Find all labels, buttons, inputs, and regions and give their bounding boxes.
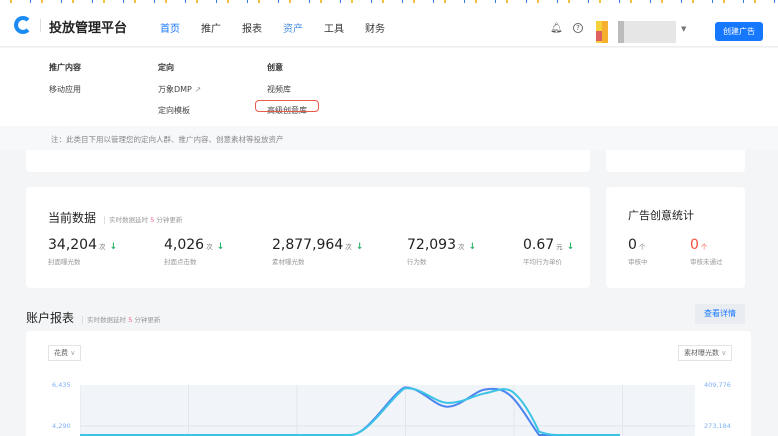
metric: 2,877,964 次 ↓ 素材曝光数 bbox=[272, 234, 363, 266]
card-subtitle: 实时数据延时 5 分钟更新 bbox=[104, 216, 183, 224]
bell-icon[interactable]: 🔔︎ bbox=[550, 23, 563, 34]
plot-area bbox=[80, 385, 695, 436]
create-ad-button[interactable]: 创建广告 bbox=[715, 22, 763, 41]
sub-text: 分钟更新 bbox=[156, 216, 183, 224]
metric-unit: 次 bbox=[345, 243, 352, 251]
y-tick-right: 409,776 bbox=[704, 381, 731, 389]
y-tick-left: 6,435 bbox=[52, 381, 71, 389]
menu-heading: 推广内容 bbox=[49, 63, 81, 72]
current-data-card: 当前数据 实时数据延时 5 分钟更新 34,204 次 ↓ 封面曝光数 4,026 次 ↓… bbox=[26, 187, 590, 288]
metric-label: 平均行为单价 bbox=[523, 258, 562, 266]
arrow-down-icon: ↓ bbox=[566, 242, 575, 252]
section-title: 账户报表 bbox=[26, 311, 75, 325]
brand-title: 投放管理平台 bbox=[49, 21, 128, 36]
right-metric-select[interactable]: 素材曝光数 ∨ bbox=[678, 345, 733, 361]
metric-label: 行为数 bbox=[407, 258, 427, 266]
card-title: 当前数据 bbox=[48, 211, 97, 225]
assets-dropdown-menu: 推广内容 移动应用 定向 万象DMP ↗ 定向模板 创意 视频库 高级创意库 bbox=[0, 48, 778, 126]
sub-text: 实时数据延时 bbox=[87, 316, 127, 324]
metric-unit: 次 bbox=[206, 243, 213, 251]
chevron-down-icon: ∨ bbox=[70, 349, 76, 357]
line-chart bbox=[80, 385, 695, 436]
view-details-button[interactable]: 查看详情 bbox=[695, 304, 745, 324]
card-partial bbox=[606, 150, 745, 172]
menu-item-advanced-creative-library[interactable]: 高级创意库 bbox=[255, 100, 319, 115]
delay-minutes: 5 bbox=[150, 216, 155, 224]
metric-value: 0 bbox=[690, 237, 699, 253]
menu-heading: 定向 bbox=[158, 63, 174, 72]
nav-finance[interactable]: 财务 bbox=[365, 20, 385, 35]
report-header: 账户报表 实时数据延时 5 分钟更新 bbox=[26, 307, 161, 326]
menu-item-video-library[interactable]: 视频库 bbox=[267, 84, 318, 94]
select-value: 花费 bbox=[54, 349, 68, 357]
menu-item-mobile-app[interactable]: 移动应用 bbox=[49, 84, 81, 94]
sub-text: 分钟更新 bbox=[134, 316, 161, 324]
metric-label: 封面点击数 bbox=[164, 258, 197, 266]
header: 投放管理平台 首页 推广 报表 资产 工具 财务 🔔︎ ? ▼ 创建广告 bbox=[0, 3, 778, 51]
menu-item-label: 万象DMP bbox=[158, 85, 192, 94]
nav-assets[interactable]: 资产 bbox=[283, 20, 303, 35]
main-nav: 首页 推广 报表 资产 工具 财务 bbox=[160, 20, 406, 51]
metric-value: 72,093 bbox=[407, 237, 456, 253]
arrow-down-icon: ↓ bbox=[109, 242, 118, 252]
metric-value: 0.67 bbox=[523, 237, 555, 253]
metric-label: 素材曝光数 bbox=[272, 258, 305, 266]
section-subtitle: 实时数据延时 5 分钟更新 bbox=[82, 316, 161, 324]
card-header: 当前数据 实时数据延时 5 分钟更新 bbox=[48, 207, 183, 226]
chevron-down-icon[interactable]: ▼ bbox=[681, 25, 686, 33]
metric: 0 个审核未通过 bbox=[690, 234, 723, 266]
external-link-icon: ↗ bbox=[194, 85, 202, 94]
metric-label: 审核中 bbox=[628, 258, 648, 266]
left-metric-select[interactable]: 花费 ∨ bbox=[48, 345, 82, 361]
sub-text: 实时数据延时 bbox=[109, 216, 149, 224]
menu-item-targeting-template[interactable]: 定向模板 bbox=[158, 105, 201, 115]
metric-unit: 个 bbox=[700, 243, 708, 251]
card-title: 广告创意统计 bbox=[628, 209, 694, 222]
menu-item-dmp[interactable]: 万象DMP ↗ bbox=[158, 84, 201, 94]
arrow-down-icon: ↓ bbox=[355, 242, 364, 252]
menu-heading: 创意 bbox=[267, 63, 283, 72]
metric-unit: 次 bbox=[458, 243, 465, 251]
metric: 72,093 次 ↓ 行为数 bbox=[407, 234, 476, 266]
chevron-down-icon: ∨ bbox=[721, 349, 727, 357]
metric-value: 34,204 bbox=[48, 237, 97, 253]
divider bbox=[40, 19, 41, 32]
creative-stats-card: 广告创意统计 0 个审核中 0 个审核未通过 bbox=[606, 187, 745, 288]
y-tick-left: 4,290 bbox=[52, 422, 71, 430]
metric-unit: 次 bbox=[99, 243, 106, 251]
nav-promotion[interactable]: 推广 bbox=[201, 20, 221, 35]
metric-value: 4,026 bbox=[164, 237, 205, 253]
nav-home[interactable]: 首页 bbox=[160, 20, 180, 51]
delay-minutes: 5 bbox=[128, 316, 133, 324]
metric-label: 封面曝光数 bbox=[48, 258, 81, 266]
metric-value: 0 bbox=[628, 237, 637, 253]
metric: 4,026 次 ↓ 封面点击数 bbox=[164, 234, 224, 266]
menu-note: 注：此类目下用以管理您的定向人群、推广内容、创意素材等投放资产 bbox=[0, 126, 778, 150]
metric-unit: 元 bbox=[556, 243, 563, 251]
metric: 0.67 元 ↓ 平均行为单价 bbox=[523, 234, 574, 266]
nav-tools[interactable]: 工具 bbox=[324, 20, 344, 35]
arrow-down-icon: ↓ bbox=[468, 242, 477, 252]
logo-icon bbox=[14, 16, 32, 34]
account-avatar[interactable] bbox=[596, 21, 676, 43]
metric-unit: 个 bbox=[638, 243, 646, 251]
metric: 34,204 次 ↓ 封面曝光数 bbox=[48, 234, 117, 266]
select-value: 素材曝光数 bbox=[684, 349, 719, 357]
nav-reports[interactable]: 报表 bbox=[242, 20, 262, 35]
metric-label: 审核未通过 bbox=[690, 258, 723, 266]
metric-value: 2,877,964 bbox=[272, 237, 344, 253]
arrow-down-icon: ↓ bbox=[216, 242, 225, 252]
metric: 0 个审核中 bbox=[628, 234, 648, 266]
card-partial bbox=[26, 150, 590, 172]
y-tick-right: 273,184 bbox=[704, 422, 731, 430]
help-icon[interactable]: ? bbox=[573, 23, 583, 33]
